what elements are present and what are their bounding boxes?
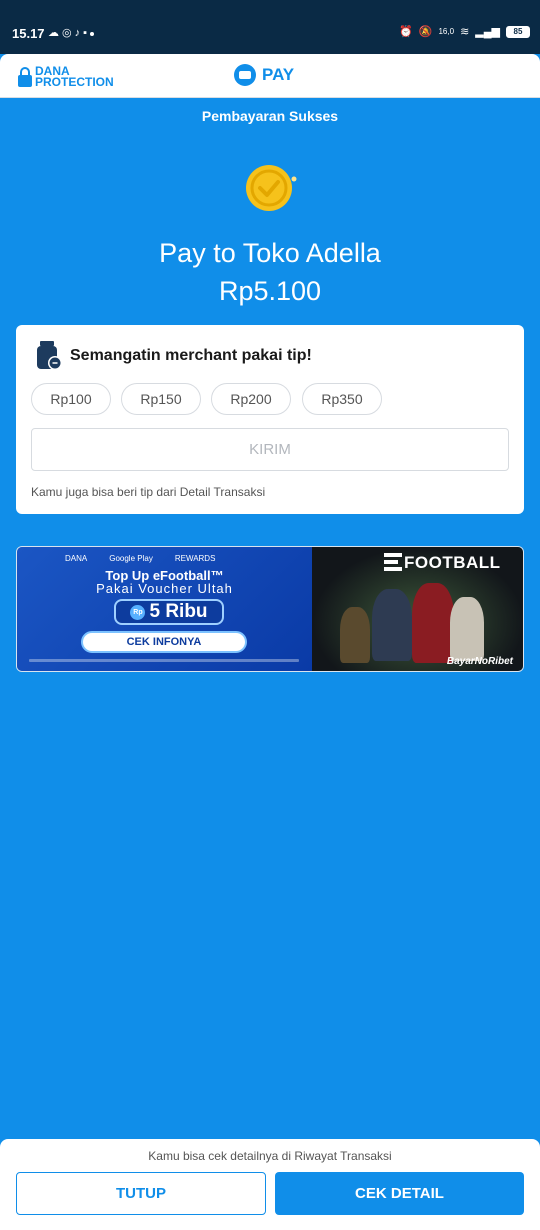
mute-icon: 🔕 (418, 26, 433, 38)
efootball-e-icon (384, 553, 402, 571)
voucher-badge: Rp 5 Ribu (114, 599, 224, 625)
rp-icon: Rp (130, 604, 146, 620)
tip-jar-icon (37, 341, 62, 370)
lock-icon (18, 67, 32, 87)
merchant-name: Pay to Toko Adella (159, 238, 381, 268)
cloud-icon: ☁ (48, 27, 62, 39)
dana-protection-text: DANA PROTECTION (35, 64, 114, 89)
more-dot-icon (90, 32, 95, 36)
promo-subheadline: Pakai Voucher Ultah (96, 581, 233, 596)
dana-protection-logo[interactable]: DANA PROTECTION (18, 64, 114, 89)
payment-amount: Rp5.100 (218, 276, 322, 306)
signal-icon: ▂▄▆ (475, 26, 500, 38)
whatsapp-icon: ◎ (62, 27, 75, 39)
promo-banner[interactable]: DANA Google Play REWARDS Top Up eFootbal… (16, 546, 524, 672)
tip-option-350[interactable]: Rp350 (302, 383, 382, 415)
pay-icon (234, 64, 256, 86)
close-button[interactable]: TUTUP (16, 1172, 266, 1215)
player-image (372, 589, 412, 661)
network-speed: 16,0 (438, 27, 455, 36)
dana-logo: DANA (65, 554, 88, 563)
partner-logos: DANA Google Play REWARDS (65, 554, 215, 563)
notification-icons: ☁◎♪▪ (48, 26, 95, 39)
status-time: 15.17 (12, 26, 45, 41)
tip-option-150[interactable]: Rp150 (121, 383, 201, 415)
wallet-icon: ▪ (83, 27, 91, 39)
voucher-value: 5 Ribu (149, 601, 208, 622)
google-play-logo: Google Play (109, 554, 153, 563)
efootball-artwork: FOOTBALL BayarNoRibet (312, 547, 523, 671)
check-info-button[interactable]: CEK INFONYA (81, 631, 247, 653)
efootball-brand: FOOTBALL (404, 553, 501, 572)
tip-option-200[interactable]: Rp200 (211, 383, 291, 415)
app-header: DANA PROTECTION PAY (0, 54, 540, 98)
pay-label: PAY (262, 65, 295, 84)
wifi-icon: ≋ (460, 26, 470, 38)
promo-banner-left: DANA Google Play REWARDS Top Up eFootbal… (17, 547, 312, 671)
promo-tagline: BayarNoRibet (446, 656, 513, 667)
rewards-logo: REWARDS (174, 554, 216, 563)
bottom-action-bar: Kamu bisa cek detailnya di Riwayat Trans… (0, 1139, 540, 1230)
fine-print (29, 659, 299, 662)
system-icons: ⏰ 🔕 16,0 ≋ ▂▄▆ 85 (399, 25, 530, 38)
tip-option-100[interactable]: Rp100 (31, 383, 111, 415)
tiktok-icon: ♪ (74, 27, 84, 39)
tip-title: Semangatin merchant pakai tip! (70, 347, 312, 364)
success-coin-icon (246, 165, 297, 211)
history-note: Kamu bisa cek detailnya di Riwayat Trans… (148, 1149, 392, 1163)
player-image (340, 607, 370, 663)
payment-status: Pembayaran Sukses (201, 108, 339, 124)
battery-icon: 85 (506, 25, 530, 38)
alarm-icon: ⏰ (399, 26, 413, 38)
player-image (450, 597, 484, 661)
tip-note: Kamu juga bisa beri tip dari Detail Tran… (31, 485, 266, 499)
check-detail-button[interactable]: CEK DETAIL (275, 1172, 524, 1215)
player-image (412, 583, 454, 663)
send-tip-button[interactable]: KIRIM (31, 428, 509, 471)
tip-card: Semangatin merchant pakai tip! Rp100 Rp1… (16, 325, 524, 514)
status-bar: 15.17 ☁◎♪▪ ⏰ 🔕 16,0 ≋ ▂▄▆ 85 (0, 0, 540, 54)
pay-logo: PAY (234, 64, 294, 86)
